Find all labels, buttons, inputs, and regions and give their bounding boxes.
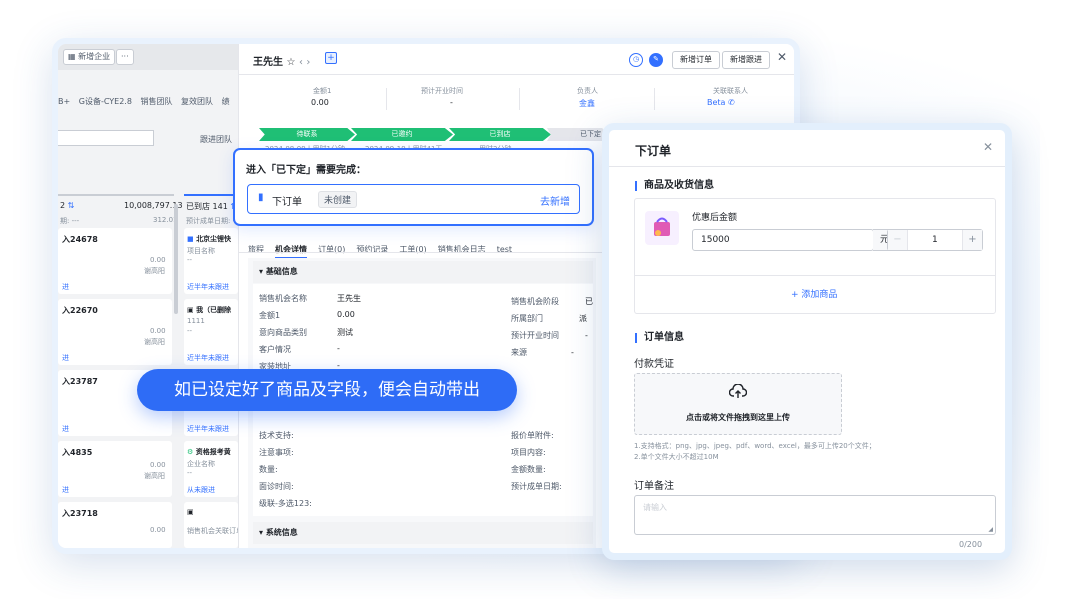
order-section-title: 订单信息 (635, 333, 684, 343)
stage-invited[interactable]: 已邀约 (351, 128, 453, 141)
upload-cloud-icon (728, 383, 748, 404)
upload-hint: 2.单个文件大小不超过10M (634, 453, 719, 461)
list-topbar: ▦ 新增企业 ··· (58, 44, 238, 70)
stage-ordered[interactable]: 已下定 (547, 128, 607, 141)
filter-bar: B+ G设备-CYE2.8 销售团队 复效团队 绩 (58, 96, 230, 107)
search-input[interactable] (58, 130, 154, 146)
order-remark-label: 订单备注 (634, 481, 674, 492)
panel-title: 下订单 (635, 144, 672, 158)
new-company-button[interactable]: ▦ 新增企业 (63, 49, 116, 65)
new-follow-button[interactable]: 新增跟进 (722, 51, 770, 69)
clock-icon[interactable]: ◷ (629, 53, 643, 67)
page-title: 王先生 ☆ ‹ › (253, 57, 311, 68)
stage-pending[interactable]: 待联系 (259, 128, 355, 141)
chevron-left-icon[interactable]: ‹ (299, 57, 303, 68)
list-item[interactable]: 入23718 0.00 (58, 502, 172, 548)
stage-requirement-callout: 进入「已下定」需要完成： ▮ 下订单 未创建 去新增 (233, 148, 594, 226)
goods-card: 优惠后金额 15000 元 − 1 + + 添加商品 (634, 198, 996, 314)
list-item[interactable]: ▣ 我（已删除 1111 -- 近半年未跟进 (184, 299, 238, 365)
kanban-list: ▦ 新增企业 ··· B+ G设备-CYE2.8 销售团队 复效团队 绩 跟进团… (58, 44, 243, 548)
stage-arrived[interactable]: 已到店 (449, 128, 551, 141)
system-section-header[interactable]: ▾ 系统信息 (253, 522, 593, 544)
place-order-panel: 下订单 ✕ 商品及收货信息 优惠后金额 15000 元 − 1 + + 添加商品… (602, 123, 1012, 560)
caret-down-icon: ▾ (259, 267, 266, 276)
basic-section-header[interactable]: ▾ 基础信息 (253, 261, 593, 283)
minus-icon[interactable]: − (888, 230, 908, 250)
quantity-stepper[interactable]: − 1 + (887, 229, 983, 251)
more-button[interactable]: ··· (116, 49, 134, 65)
filter-item[interactable]: 绩 (222, 97, 230, 106)
order-task: ▮ 下订单 未创建 去新增 (247, 184, 580, 214)
bookmark-icon: ▮ (258, 192, 264, 203)
list-item[interactable]: ■ 北京尘锂快 项目名称 -- 近半年未跟进 (184, 228, 238, 294)
list-item[interactable]: 入4835 0.00 谢高阳 进 (58, 441, 172, 497)
scrollbar[interactable] (174, 204, 178, 314)
chevron-right-icon[interactable]: › (306, 57, 310, 68)
detail-tabs: 旅程 机会详情 订单(0) 预约记录 工单(0) 销售机会日志 test (248, 237, 523, 259)
feature-banner: 如已设定好了商品及字段，便会自动带出 (137, 369, 517, 411)
price-input[interactable]: 15000 (692, 229, 874, 251)
phone-icon: ✆ (728, 98, 735, 107)
star-icon[interactable]: ☆ (286, 57, 295, 68)
list-item[interactable]: 入24678 0.00 谢高阳 进 (58, 228, 172, 294)
add-icon[interactable]: + (325, 52, 337, 64)
upload-dropzone[interactable]: 点击或将文件拖拽到这里上传 (634, 373, 842, 435)
close-icon[interactable]: ✕ (777, 50, 787, 64)
order-remark-textarea[interactable]: 请输入 ◢ (634, 495, 996, 535)
edit-icon[interactable]: ✎ (649, 53, 663, 67)
callout-title: 进入「已下定」需要完成： (246, 165, 366, 176)
new-order-button[interactable]: 新增订单 (672, 51, 720, 69)
right-fields: 销售机会阶段已 所属部门派 预计开业时间 - 来源 - (511, 297, 593, 357)
filter-item[interactable]: 复效团队 (181, 97, 213, 106)
caret-down-icon: ▾ (259, 528, 266, 537)
building-icon: ▦ (68, 52, 79, 61)
filter-item[interactable]: 销售团队 (141, 97, 173, 106)
payment-proof-label: 付款凭证 (634, 359, 674, 370)
team-follow-label: 跟进团队 (200, 135, 232, 144)
sort-icon[interactable]: ⇅ (68, 201, 75, 210)
contact-link[interactable]: Beta ✆ (707, 98, 735, 107)
owner-link[interactable]: 金鑫 (579, 98, 595, 109)
close-icon[interactable]: ✕ (983, 140, 993, 154)
list-item[interactable]: 入22670 0.00 谢高阳 进 (58, 299, 172, 365)
add-goods-button[interactable]: + 添加商品 (791, 287, 837, 300)
price-label: 优惠后金额 (692, 213, 738, 223)
status-badge: 未创建 (318, 191, 358, 208)
plus-icon[interactable]: + (962, 230, 982, 250)
filter-item[interactable]: B+ (58, 97, 70, 106)
product-thumbnail (645, 211, 679, 245)
goods-section-title: 商品及收货信息 (635, 181, 714, 191)
go-create-link[interactable]: 去新增 (540, 193, 570, 208)
upload-hint: 1.支持格式：png、jpg、jpeg、pdf、word、excel，最多可上传… (634, 442, 876, 450)
list-item[interactable]: ⚙ 资格报考黄 企业名称 -- 从未跟进 (184, 441, 238, 497)
resize-handle-icon: ◢ (988, 526, 993, 533)
filter-item[interactable]: G设备-CYE2.8 (79, 97, 132, 106)
char-count: 0/200 (959, 540, 983, 549)
list-item[interactable]: ▣ 销售机会关联订单 (184, 502, 243, 548)
